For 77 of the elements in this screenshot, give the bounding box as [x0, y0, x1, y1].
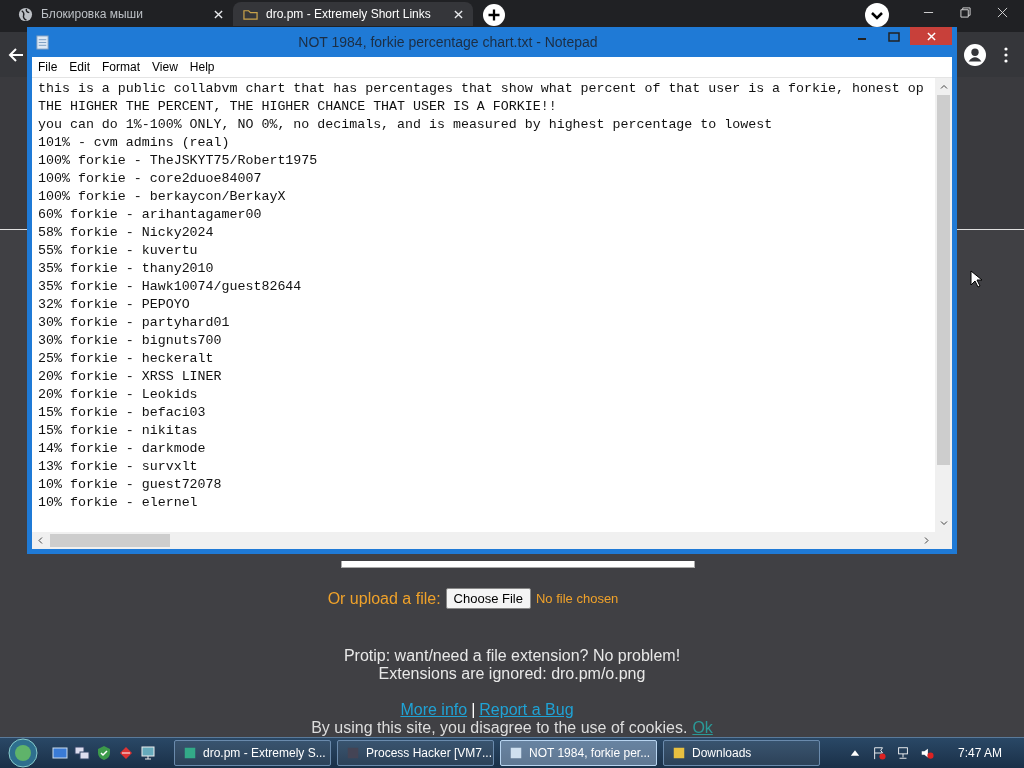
text-line: 60% forkie - arihantagamer00: [38, 206, 263, 224]
close-button[interactable]: [910, 27, 952, 45]
text-line: 10% forkie - guest72078: [38, 476, 223, 494]
browser-tab[interactable]: Блокировка мыши: [8, 2, 233, 26]
menu-item[interactable]: View: [146, 60, 184, 74]
restore-icon[interactable]: [960, 7, 971, 18]
text-line: this is a public collabvm chart that has percentages that show what percent of that user is a forkie, honest op: [38, 80, 925, 98]
network-icon[interactable]: [895, 746, 910, 760]
text-line: 58% forkie - Nicky2024: [38, 224, 215, 242]
taskbar-button[interactable]: Process Hacker [VM7...: [337, 740, 494, 766]
taskbar-button[interactable]: Downloads: [663, 740, 820, 766]
taskbar-button[interactable]: NOT 1984, forkie per...: [500, 740, 657, 766]
globe-icon: [18, 6, 33, 22]
text-line: 100% forkie - TheJSKYT75/Robert1975: [38, 152, 319, 170]
text-line: 55% forkie - kuvertu: [38, 242, 199, 260]
link-separator: |: [471, 701, 476, 719]
text-line: 35% forkie - thany2010: [38, 260, 215, 278]
menu-item[interactable]: Help: [183, 60, 221, 74]
maximize-icon[interactable]: [888, 31, 900, 43]
text-line: 101% - cvm admins (real): [38, 134, 231, 152]
text-line: 15% forkie - befaci03: [38, 404, 207, 422]
text-line: 100% forkie - core2duoe84007: [38, 170, 263, 188]
scrollbar-thumb[interactable]: [937, 95, 950, 465]
profile-icon[interactable]: [964, 43, 986, 66]
cookie-notice: By using this site, you disagree to the use of cookies.: [311, 719, 688, 737]
menu-icon[interactable]: [1004, 46, 1008, 63]
vertical-scrollbar[interactable]: [935, 78, 952, 532]
menu-item[interactable]: File: [32, 60, 64, 74]
close-icon[interactable]: [454, 9, 463, 19]
monitor-icon[interactable]: [140, 745, 156, 761]
close-icon[interactable]: [214, 9, 223, 19]
window-title: NOT 1984, forkie percentage chart.txt - Notepad: [297, 34, 599, 50]
app-icon: [672, 746, 686, 760]
notepad-icon: [35, 34, 50, 50]
text-line: 15% forkie - nikitas: [38, 422, 199, 440]
flag-icon[interactable]: [871, 746, 886, 760]
text-line: THE HIGHER THE PERCENT, THE HIGHER CHANCE THAT USER IS A FORKIE!!: [38, 98, 558, 116]
protip-text: Protip: want/need a file extension? No problem!: [343, 647, 681, 665]
text-line: 25% forkie - heckeralt: [38, 350, 215, 368]
text-line: 32% forkie - PEPOYO: [38, 296, 191, 314]
text-line: 30% forkie - bignuts700: [38, 332, 223, 350]
more-info-link[interactable]: More info: [400, 701, 468, 719]
menu-item[interactable]: Format: [96, 60, 147, 74]
close-icon[interactable]: [997, 7, 1008, 18]
tab-search-icon[interactable]: [865, 3, 889, 27]
new-tab-icon[interactable]: [483, 4, 505, 26]
text-line: 20% forkie - Leokids: [38, 386, 199, 404]
windows-icon[interactable]: [74, 745, 90, 761]
app-icon: [509, 746, 523, 760]
clock[interactable]: 7:47 AM: [957, 746, 1002, 760]
diamond-icon[interactable]: [118, 745, 134, 761]
choose-file-button[interactable]: Choose File: [445, 588, 531, 609]
text-line: you can do 1%-100% ONLY, NO 0%, no decimals, and is measured by highest percentage to lowest: [38, 116, 774, 134]
start-button-icon[interactable]: [8, 738, 38, 768]
cursor-icon: [970, 270, 982, 288]
menu-item[interactable]: Edit: [63, 60, 97, 74]
upload-label: Or upload a file:: [327, 589, 441, 608]
report-bug-link[interactable]: Report a Bug: [479, 701, 574, 719]
text-line: 100% forkie - berkaycon/BerkayX: [38, 188, 287, 206]
shield-icon[interactable]: [96, 745, 112, 761]
text-line: 10% forkie - elernel: [38, 494, 199, 512]
text-line: 13% forkie - survxlt: [38, 458, 199, 476]
scrollbar-thumb[interactable]: [50, 534, 170, 547]
protip-text: Extensions are ignored: dro.pm/o.png: [377, 665, 647, 683]
text-area-field[interactable]: [341, 561, 695, 568]
horizontal-scrollbar[interactable]: [32, 532, 952, 549]
file-status: No file chosen: [535, 591, 619, 606]
app-icon: [183, 746, 197, 760]
back-arrow-icon[interactable]: [8, 46, 24, 63]
text-line: 20% forkie - XRSS LINER: [38, 368, 223, 386]
text-line: 30% forkie - partyhard01: [38, 314, 231, 332]
desktop-icon[interactable]: [52, 745, 68, 761]
volume-muted-icon[interactable]: [919, 746, 934, 760]
browser-tab[interactable]: dro.pm - Extremely Short Links: [233, 2, 473, 26]
text-line: 14% forkie - darkmode: [38, 440, 207, 458]
taskbar-button[interactable]: dro.pm - Extremely S...: [174, 740, 331, 766]
text-line: 35% forkie - Hawk10074/guest82644: [38, 278, 303, 296]
